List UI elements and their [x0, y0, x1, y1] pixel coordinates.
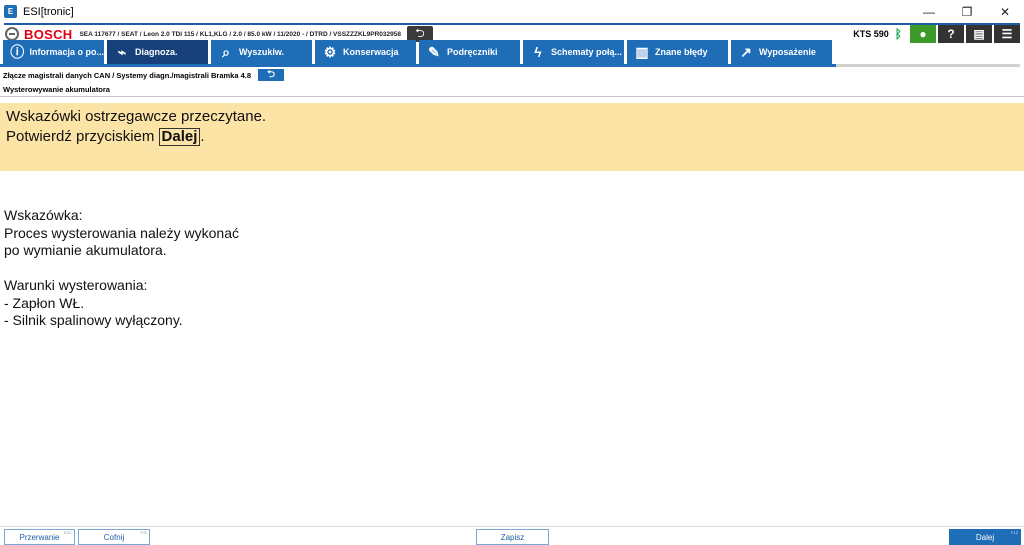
diagnosis-icon: ⌁: [117, 43, 127, 60]
tab-znane-bledy[interactable]: ▥ Znane błędy: [627, 40, 728, 64]
breadcrumb-back-button[interactable]: ⮌: [258, 68, 285, 81]
back-arrow-icon: ⮌: [267, 68, 276, 80]
wrench-icon: ✎: [428, 43, 440, 60]
notice-dalej-label: Dalej: [158, 128, 201, 146]
instruction-text: Wskazówka: Proces wysterowania należy wy…: [0, 171, 1024, 330]
tab-podreczniki[interactable]: ✎ Podręczniki: [419, 40, 520, 64]
device-label: KTS 590: [853, 29, 889, 39]
save-button[interactable]: Zapisz: [476, 529, 549, 545]
tabs-underline: [836, 64, 1020, 67]
tab-informacja[interactable]: ⓘ Informacja o po...: [3, 40, 104, 64]
search-icon: ⌕: [222, 43, 230, 60]
tab-label: Schematy połą...: [551, 47, 623, 57]
esi-icon: E: [4, 5, 17, 18]
book-icon: ▥: [635, 43, 649, 60]
hint-title: Wskazówka:: [4, 207, 83, 223]
notice-prefix: Potwierdź przyciskiem: [6, 128, 159, 145]
back-button[interactable]: Cofnij F11: [78, 529, 150, 545]
tab-label: Diagnoza.: [135, 47, 178, 57]
next-button[interactable]: Dalej F12: [949, 529, 1021, 545]
notice-line-2: Potwierdź przyciskiem Dalej.: [6, 127, 1018, 147]
cancel-label: Przerwanie: [19, 532, 60, 542]
footer-bar: Przerwanie ESC Cofnij F11 Zapisz Dalej F…: [0, 526, 1024, 545]
tab-schematy[interactable]: ϟ Schematy połą...: [523, 40, 624, 64]
tab-label: Konserwacja: [343, 47, 399, 57]
window-controls: — ❐ ✕: [910, 0, 1024, 23]
title-bar: E ESI[tronic] — ❐ ✕: [0, 0, 1024, 23]
condition-1: - Zapłon WŁ.: [4, 294, 85, 311]
breadcrumb-text: Złącze magistrali danych CAN / Systemy d…: [3, 70, 252, 80]
tab-label: Wyszukiw.: [239, 47, 285, 57]
menu-icon: ☰: [1001, 27, 1013, 41]
page-title: Wysterowywanie akumulatora: [0, 83, 1024, 97]
next-key-hint: F12: [1011, 530, 1018, 535]
header-right: KTS 590 ᛒ ● ? ▤ ☰: [853, 25, 1020, 43]
conditions-title: Warunki wysterowania:: [4, 277, 148, 293]
external-link-icon: ↗: [740, 43, 752, 60]
back-label: Cofnij: [103, 532, 125, 542]
print-button[interactable]: ▤: [966, 25, 992, 43]
main-content: Wskazówki ostrzegawcze przeczytane. Potw…: [0, 103, 1024, 526]
hint-line-2: po wymianie akumulatora.: [4, 242, 167, 258]
window-title: ESI[tronic]: [23, 5, 74, 18]
tab-label: Podręczniki: [447, 47, 498, 57]
minimize-button[interactable]: —: [910, 0, 948, 23]
lightning-icon: ϟ: [534, 44, 542, 60]
breadcrumb: Złącze magistrali danych CAN / Systemy d…: [0, 67, 1024, 83]
tab-label: Wyposażenie: [759, 47, 816, 57]
tab-diagnoza[interactable]: ⌁ Diagnoza.: [107, 40, 208, 64]
tab-label: Informacja o po...: [29, 47, 104, 57]
tab-konserwacja[interactable]: ⚙ Konserwacja: [315, 40, 416, 64]
help-icon: ?: [947, 27, 955, 41]
back-key-hint: F11: [140, 530, 147, 535]
condition-2: - Silnik spalinowy wyłączony.: [4, 312, 183, 328]
tab-wyposazenie[interactable]: ↗ Wyposażenie: [731, 40, 832, 64]
print-icon: ▤: [973, 27, 985, 41]
cancel-button[interactable]: Przerwanie ESC: [4, 529, 75, 545]
user-button[interactable]: ●: [910, 25, 936, 43]
info-icon: ⓘ: [10, 44, 25, 60]
tab-label: Znane błędy: [655, 47, 708, 57]
notice-box: Wskazówki ostrzegawcze przeczytane. Potw…: [0, 103, 1024, 171]
restore-button[interactable]: ❐: [948, 0, 986, 23]
notice-line-1: Wskazówki ostrzegawcze przeczytane.: [6, 108, 267, 125]
tab-wyszukiw[interactable]: ⌕ Wyszukiw.: [211, 40, 312, 64]
close-button[interactable]: ✕: [986, 0, 1024, 23]
next-label: Dalej: [975, 532, 995, 542]
notice-suffix: .: [200, 128, 205, 145]
main-tabs: ⓘ Informacja o po... ⌁ Diagnoza. ⌕ Wyszu…: [0, 40, 1020, 67]
menu-button[interactable]: ☰: [994, 25, 1020, 43]
cancel-key-hint: ESC: [63, 530, 72, 535]
save-label: Zapisz: [500, 532, 525, 542]
help-button[interactable]: ?: [938, 25, 964, 43]
vehicle-info: SEA 117677 / SEAT / Leon 2.0 TDI 115 / K…: [79, 30, 401, 38]
bluetooth-icon: ᛒ: [894, 27, 902, 41]
gears-icon: ⚙: [323, 43, 337, 60]
user-icon: ●: [919, 27, 927, 41]
bosch-logo-icon: [5, 27, 19, 41]
hint-line-1: Proces wysterowania należy wykonać: [4, 224, 239, 241]
